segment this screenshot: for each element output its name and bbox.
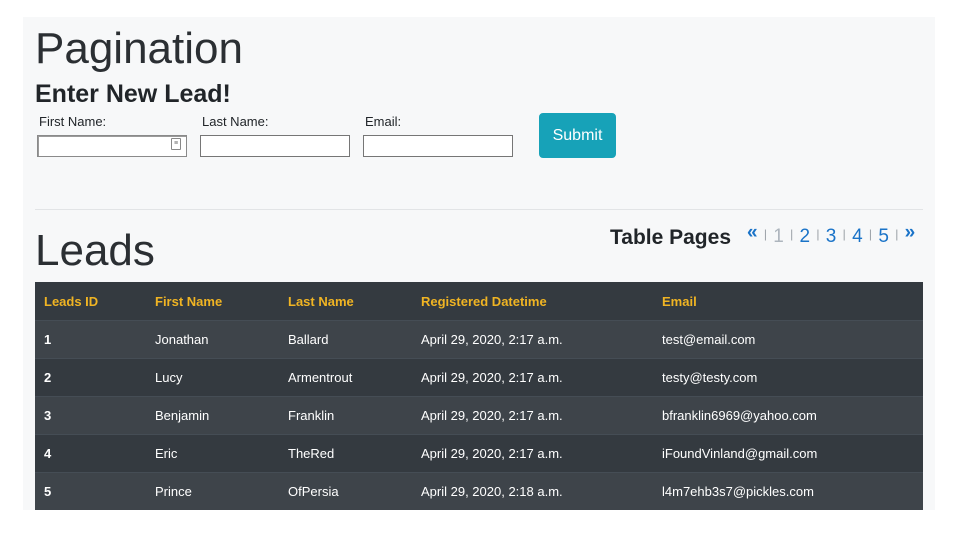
cell-first-name: Jonathan [146, 320, 279, 359]
column-header-registered-datetime: Registered Datetime [412, 282, 653, 321]
page-link-3[interactable]: 3 [826, 226, 837, 247]
cell-registered-datetime: April 29, 2020, 2:17 a.m. [412, 434, 653, 473]
page-link-2[interactable]: 2 [800, 226, 811, 247]
cell-registered-datetime: April 29, 2020, 2:17 a.m. [412, 358, 653, 397]
column-header-first-name: First Name [146, 282, 279, 321]
cell-first-name: Eric [146, 434, 279, 473]
first-name-group: First Name: ≡ [37, 114, 187, 157]
cell-last-name: Franklin [279, 396, 412, 435]
table-row: 5 Prince OfPersia April 29, 2020, 2:18 a… [35, 472, 923, 510]
divider [35, 209, 923, 210]
submit-button[interactable]: Submit [539, 113, 616, 158]
email-group: Email: [363, 114, 513, 157]
form-title: Enter New Lead! [35, 80, 231, 108]
email-input[interactable] [363, 135, 513, 157]
cell-registered-datetime: April 29, 2020, 2:18 a.m. [412, 472, 653, 510]
leads-table: Leads ID First Name Last Name Registered… [35, 282, 923, 510]
pager-separator: | [763, 227, 767, 241]
cell-registered-datetime: April 29, 2020, 2:17 a.m. [412, 320, 653, 359]
cell-leads-id: 4 [35, 434, 146, 473]
column-header-leads-id: Leads ID [35, 282, 146, 321]
cell-first-name: Benjamin [146, 396, 279, 435]
cell-leads-id: 1 [35, 320, 146, 359]
last-page-link[interactable]: » [905, 222, 916, 243]
table-row: 4 Eric TheRed April 29, 2020, 2:17 a.m. … [35, 434, 923, 473]
main-container: Pagination Enter New Lead! First Name: ≡… [23, 17, 935, 510]
table-row: 2 Lucy Armentrout April 29, 2020, 2:17 a… [35, 358, 923, 397]
column-header-email: Email [653, 282, 923, 321]
pagination: « | 1 | 2 | 3 | 4 | 5 | » [747, 222, 916, 252]
autofill-contact-icon[interactable]: ≡ [171, 138, 181, 150]
last-name-group: Last Name: [200, 114, 350, 157]
first-name-label: First Name: [39, 114, 107, 129]
pager-separator: | [816, 227, 820, 241]
pager-separator: | [868, 227, 873, 241]
cell-registered-datetime: April 29, 2020, 2:17 a.m. [412, 396, 653, 435]
cell-email: testy@testy.com [653, 358, 923, 397]
cell-email: l4m7ehb3s7@pickles.com [653, 472, 923, 510]
cell-leads-id: 2 [35, 358, 146, 397]
cell-last-name: TheRed [279, 434, 412, 473]
page-link-4[interactable]: 4 [852, 226, 863, 247]
email-label: Email: [365, 114, 402, 129]
pager-separator: | [842, 227, 846, 241]
pager-separator: | [895, 227, 899, 241]
cell-last-name: OfPersia [279, 472, 412, 510]
last-name-input[interactable] [200, 135, 350, 157]
table-header-row: Leads ID First Name Last Name Registered… [35, 282, 923, 321]
first-page-link[interactable]: « [747, 222, 758, 243]
first-name-input[interactable] [37, 135, 187, 157]
cell-leads-id: 5 [35, 472, 146, 510]
cell-first-name: Prince [146, 472, 279, 510]
column-header-last-name: Last Name [279, 282, 412, 321]
last-name-label: Last Name: [202, 114, 269, 129]
page-link-5[interactable]: 5 [878, 226, 889, 247]
leads-title: Leads [35, 226, 155, 275]
cell-email: iFoundVinland@gmail.com [653, 434, 923, 473]
page-link-current: 1 [773, 226, 784, 247]
table-row: 3 Benjamin Franklin April 29, 2020, 2:17… [35, 396, 923, 435]
pager-separator: | [790, 227, 794, 241]
cell-last-name: Armentrout [279, 358, 412, 397]
table-row: 1 Jonathan Ballard April 29, 2020, 2:17 … [35, 320, 923, 359]
cell-last-name: Ballard [279, 320, 412, 359]
cell-first-name: Lucy [146, 358, 279, 397]
cell-email: bfranklin6969@yahoo.com [653, 396, 923, 435]
pager-label: Table Pages [610, 226, 731, 249]
cell-email: test@email.com [653, 320, 923, 359]
cell-leads-id: 3 [35, 396, 146, 435]
page-title: Pagination [35, 24, 243, 73]
